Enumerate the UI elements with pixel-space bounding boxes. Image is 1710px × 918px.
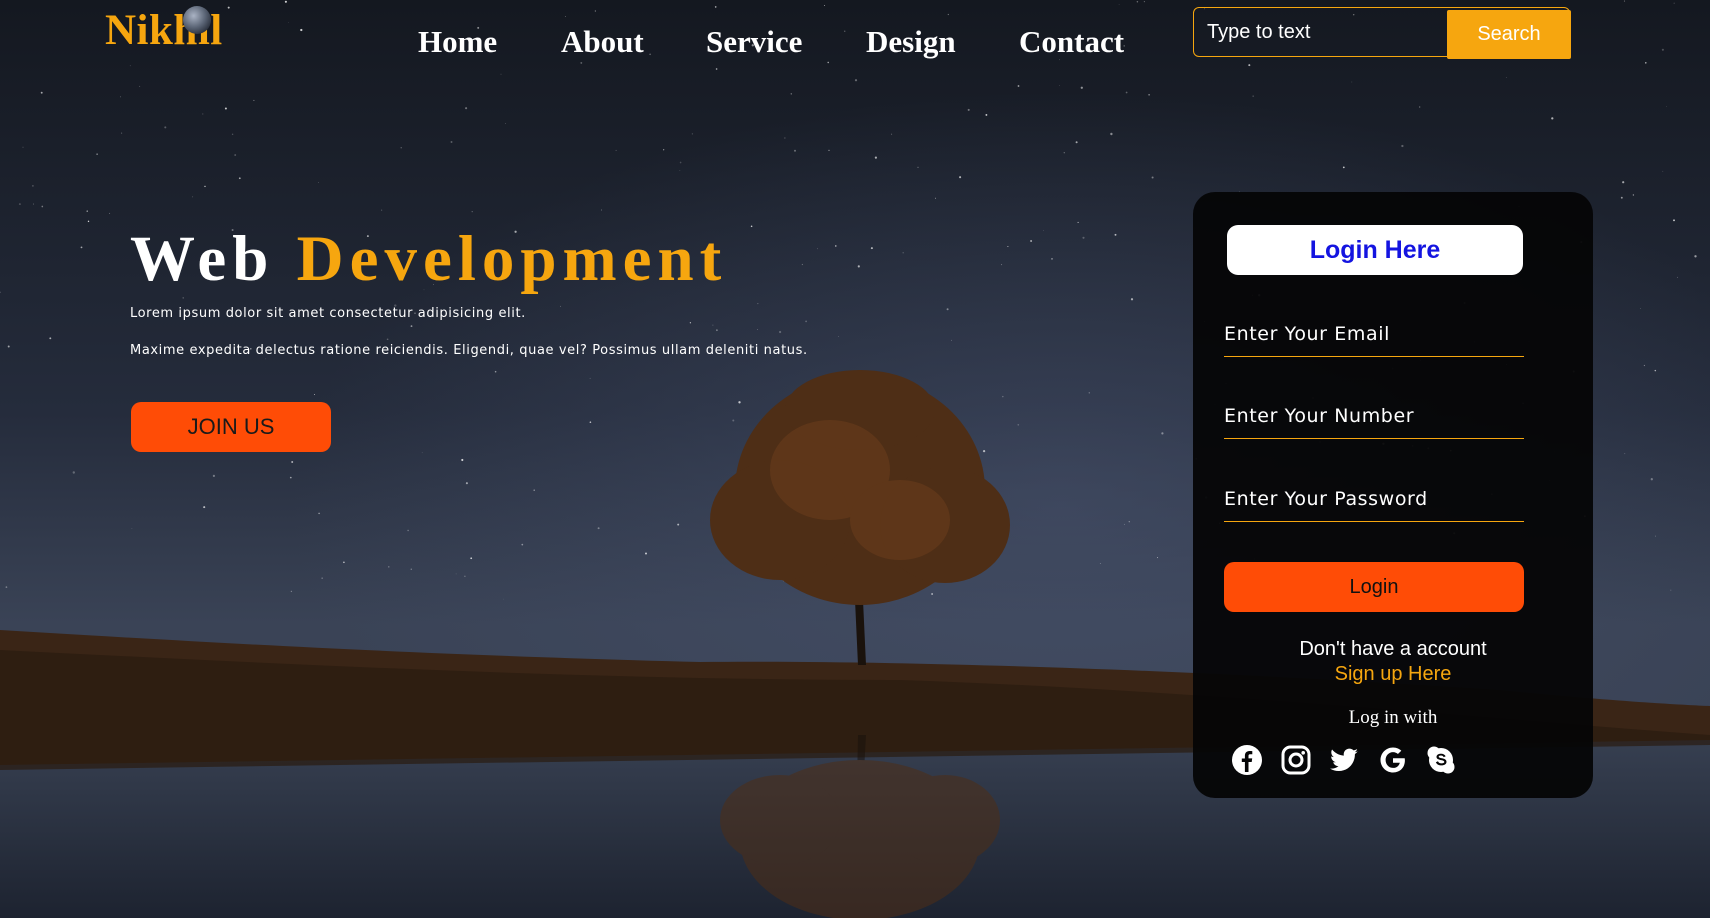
nav-about[interactable]: About [561,24,644,60]
login-card: Login Here Login Don't have a account Si… [1193,192,1593,798]
number-field[interactable] [1224,393,1524,439]
nav-design[interactable]: Design [866,24,956,60]
search-input[interactable] [1194,8,1446,56]
login-button[interactable]: Login [1224,562,1524,612]
hero-title: Web Development [130,222,727,297]
login-heading: Login Here [1227,225,1523,275]
facebook-icon[interactable] [1231,744,1263,776]
nav-contact[interactable]: Contact [1019,24,1124,60]
nav-home[interactable]: Home [418,24,497,60]
join-us-button[interactable]: JOIN US [131,402,331,452]
search-button[interactable]: Search [1447,10,1571,59]
moon-icon [183,6,211,34]
skype-icon[interactable] [1425,744,1457,776]
social-login-icons [1193,744,1593,784]
hero-title-primary: Web [130,223,275,295]
search-bar: Search [1193,7,1571,59]
email-field[interactable] [1224,311,1524,357]
password-field[interactable] [1224,476,1524,522]
twitter-icon[interactable] [1328,744,1360,776]
login-with-text: Log in with [1348,707,1438,728]
signup-link[interactable]: Sign up Here [1193,663,1593,686]
hero-line-1: Lorem ipsum dolor sit amet consectetur a… [130,306,526,321]
instagram-icon[interactable] [1280,744,1312,776]
no-account-text: Don't have a account [1299,638,1487,660]
nav-service[interactable]: Service [706,24,802,60]
hero-title-accent: Development [296,223,728,295]
hero-line-2: Maxime expedita delectus ratione reicien… [130,343,808,358]
google-icon[interactable] [1377,744,1409,776]
